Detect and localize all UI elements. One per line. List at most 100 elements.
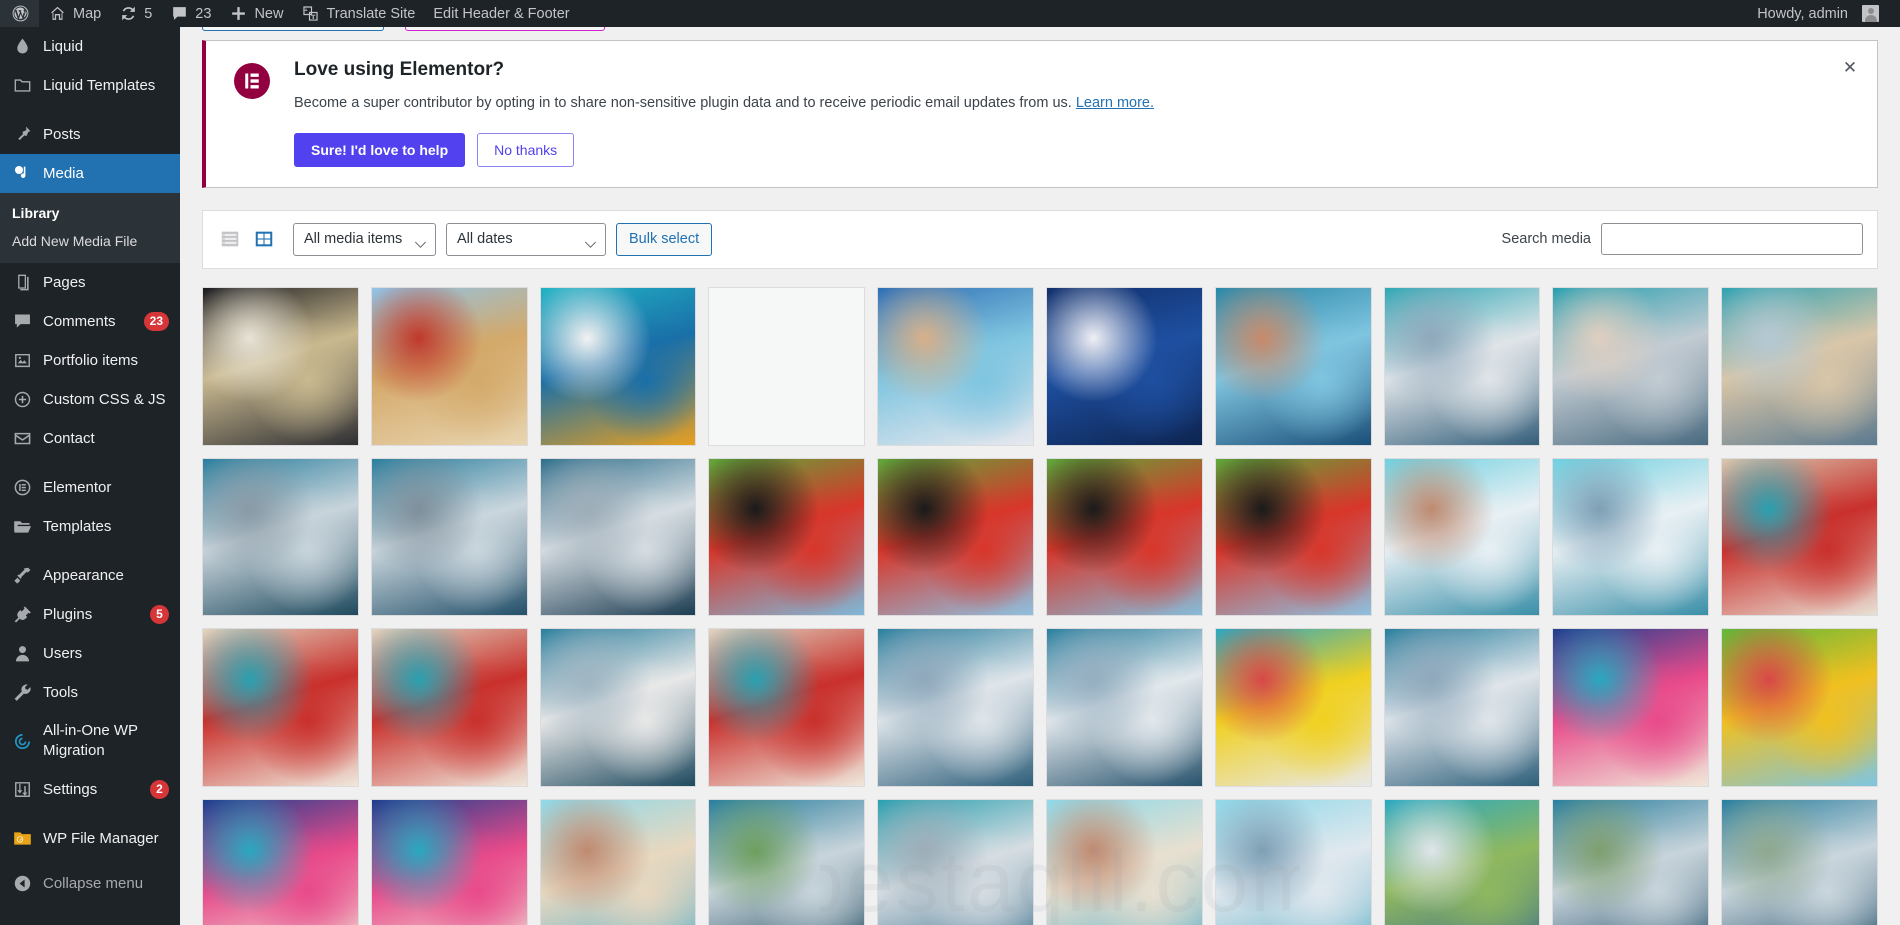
list-view-button[interactable] [217, 226, 243, 252]
sidebar-label: Comments [43, 312, 116, 330]
media-thumbnail [1215, 458, 1371, 616]
admin-bar-updates[interactable]: 5 [110, 0, 161, 27]
sidebar-item-settings[interactable]: Settings 2 [0, 770, 180, 809]
media-tile-dental-model-girl-table[interactable] [708, 628, 866, 788]
media-tile-student-science-lab-girl[interactable] [1383, 457, 1541, 617]
media-tile-watermelon-costume-letter-ya[interactable] [708, 457, 866, 617]
media-tile-microscope-science-boy-1[interactable] [539, 628, 697, 788]
collapse-menu-button[interactable]: Collapse menu [0, 864, 180, 903]
wordpress-icon [12, 5, 29, 22]
admin-bar-my-account[interactable]: Howdy, admin [1748, 0, 1900, 27]
media-tile-students-in-lab-coats-classroom[interactable] [1383, 286, 1541, 446]
sidebar-item-posts[interactable]: Posts [0, 115, 180, 154]
media-tile-blank-placeholder[interactable] [708, 286, 866, 446]
admin-bar-translate-site[interactable]: Translate Site [292, 0, 424, 27]
cut-off-button-pink[interactable] [405, 27, 605, 31]
sidebar-item-liquid-templates[interactable]: Liquid Templates [0, 66, 180, 105]
media-tile-sports-day-group-banner[interactable] [1552, 628, 1710, 788]
admin-bar-comments[interactable]: 23 [161, 0, 220, 27]
media-tile-school-assembly-outdoor-group[interactable] [1552, 799, 1710, 925]
media-tile-watermelon-costume-letter-alef[interactable] [877, 457, 1034, 617]
plus-circle-icon [14, 391, 31, 408]
admin-bar-edit-header-footer[interactable]: Edit Header & Footer [424, 0, 578, 27]
sidebar-item-templates[interactable]: Templates [0, 507, 180, 546]
media-tile-kids-with-medals-clouds-backdrop[interactable] [877, 286, 1034, 446]
media-tile-teacher-and-students-medals[interactable] [1214, 286, 1372, 446]
media-tile-microscope-science-boy-3[interactable] [1046, 628, 1203, 788]
sidebar-item-tools[interactable]: Tools [0, 673, 180, 712]
sidebar-item-appearance[interactable]: Appearance [0, 556, 180, 595]
media-tile-watermelon-costume-letter-ta[interactable] [1214, 457, 1372, 617]
media-tile-school-outdoor-group-photo-final[interactable] [1721, 799, 1878, 925]
sidebar-item-all-in-one-wp-migration[interactable]: All-in-One WP Migration [0, 712, 180, 770]
date-filter[interactable]: All dates [446, 222, 606, 256]
no-thanks-button[interactable]: No thanks [477, 132, 575, 167]
wordpress-logo-button[interactable] [0, 0, 39, 27]
date-filter-wrap: All dates [446, 222, 606, 256]
media-tile-school-group-sports-field[interactable] [708, 799, 866, 925]
bulk-select-button[interactable]: Bulk select [616, 222, 713, 256]
media-tile-girl-with-fish-lab-poster[interactable] [1046, 799, 1203, 925]
sidebar-item-wp-file-manager[interactable]: WP File Manager [0, 819, 180, 858]
sidebar-item-elementor[interactable]: Elementor [0, 468, 180, 507]
sidebar-item-media[interactable]: Media [0, 154, 180, 193]
sidebar-label: Portfolio items [43, 351, 139, 369]
media-tile-watermelon-costume-letter-ba[interactable] [1046, 457, 1203, 617]
media-tile-sports-day-banner-group-3[interactable] [370, 799, 528, 925]
media-tile-school-group-photo-outdoor-2[interactable] [370, 457, 528, 617]
search-input[interactable] [1601, 223, 1863, 256]
user-icon [15, 646, 30, 662]
media-tile-map-schools-award-ceremony-group-photo[interactable] [202, 286, 359, 446]
media-tile-science-lab-activity-students[interactable] [1552, 286, 1710, 446]
sidebar-item-plugins[interactable]: Plugins 5 [0, 595, 180, 634]
sidebar-item-portfolio-items[interactable]: Portfolio items [0, 341, 180, 380]
media-tile-girl-holding-yellow-sign[interactable] [1214, 628, 1372, 788]
media-thumbnail [203, 287, 358, 445]
sidebar-item-contact[interactable]: Contact [0, 419, 180, 458]
media-thumbnail [1553, 800, 1709, 925]
sidebar-item-pages[interactable]: Pages [0, 263, 180, 302]
media-tile-dental-model-activity-1[interactable] [202, 628, 359, 788]
grid-view-button[interactable] [251, 226, 277, 252]
media-thumbnail [1384, 287, 1540, 445]
sidebar-subitem-add-new-media-file[interactable]: Add New Media File [0, 227, 180, 255]
media-tile-map-schools-admission-open-now-poster[interactable] [539, 286, 697, 446]
media-thumbnail [371, 800, 527, 925]
media-tile-students-science-lab-group[interactable] [877, 799, 1034, 925]
admin-bar-new-content[interactable]: New [220, 0, 292, 27]
admin-bar-site-name[interactable]: Map [39, 0, 110, 27]
sidebar-badge-comments: 23 [143, 312, 169, 331]
sidebar-item-comments[interactable]: Comments 23 [0, 302, 180, 341]
learn-more-link[interactable]: Learn more. [1076, 95, 1154, 111]
media-tile-classroom-craft-activity[interactable] [1721, 286, 1878, 446]
media-thumbnail [1384, 800, 1540, 925]
sidebar-item-users[interactable]: Users [0, 634, 180, 673]
elementor-opt-in-notice: Love using Elementor? Become a super con… [202, 40, 1878, 188]
media-tile-cycling-sports-day-group[interactable] [1383, 799, 1541, 925]
media-toolbar: All media items All dates Bulk select Se… [202, 209, 1878, 269]
sidebar-item-custom-css-js[interactable]: Custom CSS & JS [0, 380, 180, 419]
close-icon[interactable]: ✕ [1837, 55, 1863, 81]
media-tile-school-group-photo-outdoor-1[interactable] [202, 457, 359, 617]
opt-in-button[interactable]: Sure! I'd love to help [294, 132, 466, 167]
media-tile-egypt-air-force-jets-poster[interactable] [370, 286, 528, 446]
sidebar-label: Settings [43, 780, 98, 798]
media-tile-girl-holding-fish-science[interactable] [539, 799, 697, 925]
media-type-filter[interactable]: All media items [293, 222, 436, 256]
elementor-icon [14, 479, 31, 496]
media-tile-dental-model-activity-2[interactable] [370, 628, 528, 788]
media-tile-science-lab-dissection-class[interactable] [539, 457, 697, 617]
sidebar-item-liquid[interactable]: Liquid [0, 27, 180, 66]
media-thumbnail [540, 458, 696, 616]
media-tile-microscope-science-boy-4[interactable] [1383, 628, 1541, 788]
media-tile-sports-day-banner-group-2[interactable] [202, 799, 359, 925]
media-thumbnail [1384, 458, 1540, 616]
media-tile-student-science-lab-boy-mask[interactable] [1552, 457, 1710, 617]
media-tile-microscope-science-girl-2[interactable] [877, 628, 1034, 788]
media-tile-kids-art-activity-colorful[interactable] [1721, 628, 1878, 788]
media-tile-dental-hygiene-activity-classroom[interactable] [1721, 457, 1878, 617]
sidebar-subitem-library[interactable]: Library [0, 199, 180, 227]
media-tile-graduation-ceremony-students[interactable] [1046, 286, 1203, 446]
cut-off-button-blue[interactable] [202, 27, 384, 31]
media-tile-boy-with-fish-lab-poster[interactable] [1214, 799, 1372, 925]
